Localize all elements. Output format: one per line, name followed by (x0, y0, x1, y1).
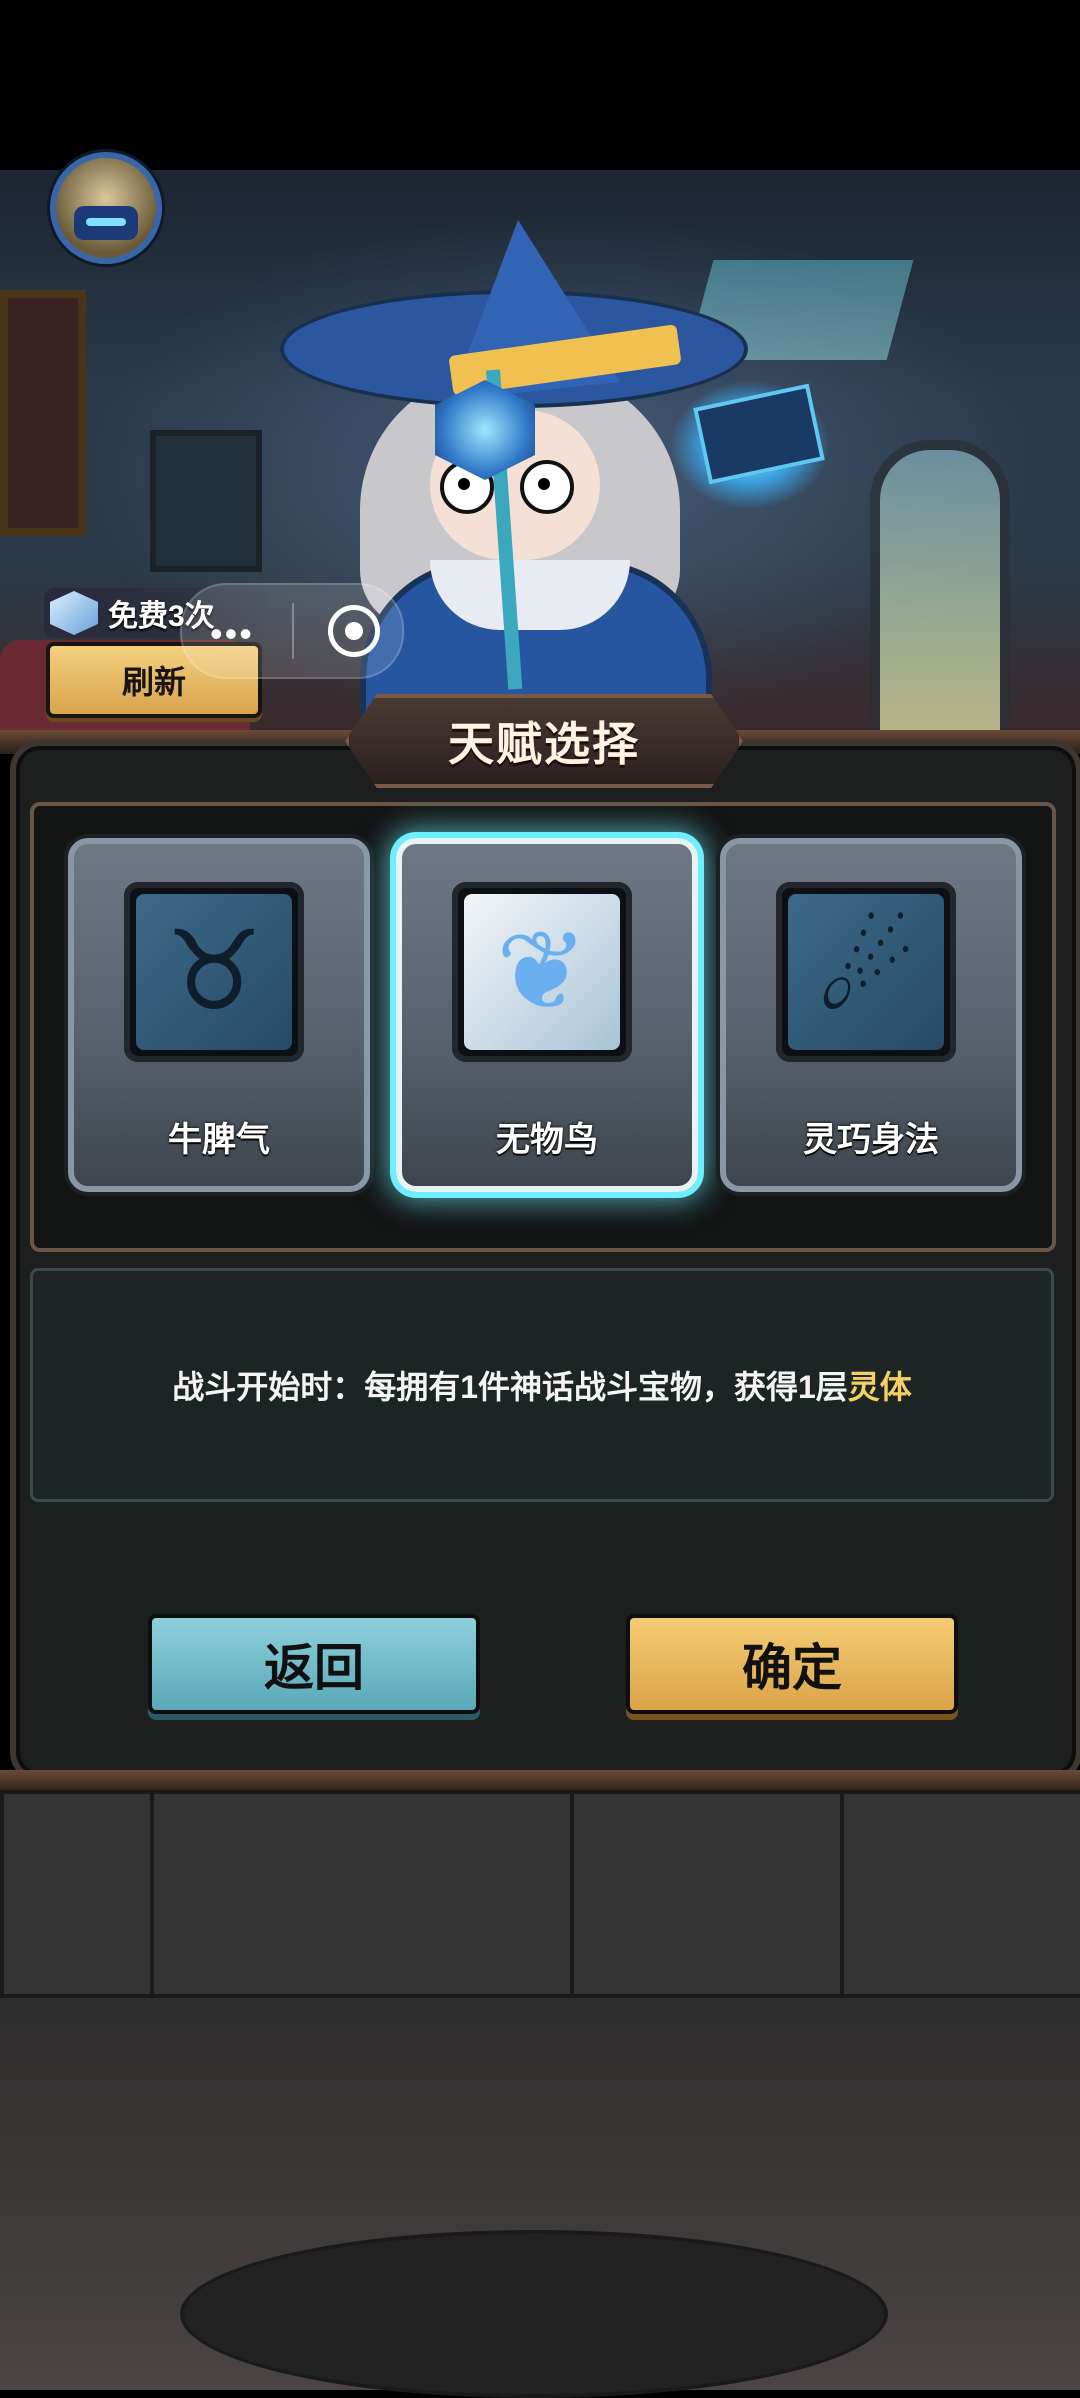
dialog-title: 天赋选择 (448, 718, 640, 770)
stone-block (150, 1790, 578, 1998)
mini-program-capsule: ••• (180, 583, 404, 679)
talent-name: 无物鸟 (496, 1121, 598, 1159)
talent-description-keyword[interactable]: 灵体 (848, 1362, 912, 1408)
stone-block (570, 1790, 848, 1998)
helmet-visor (86, 218, 126, 226)
capsule-divider (292, 603, 294, 659)
talent-card-agility[interactable]: ☄ 灵巧身法 (720, 838, 1022, 1192)
arched-window (870, 440, 1010, 760)
more-options-icon[interactable]: ••• (210, 613, 254, 655)
stone-block (840, 1790, 1080, 1998)
confirm-button[interactable]: 确定 (626, 1614, 958, 1714)
back-button[interactable]: 返回 (148, 1614, 480, 1714)
talent-name: 牛脾气 (168, 1121, 270, 1159)
stone-block (0, 1790, 158, 1998)
leaping-figure-icon: ☄ (788, 894, 944, 1050)
floor-pit (180, 2230, 888, 2398)
record-target-icon[interactable] (328, 605, 380, 657)
talent-card-phoenix-selected[interactable]: ❦ 无物鸟 (396, 838, 698, 1192)
wall-painting-left (0, 290, 86, 536)
talent-card-bull[interactable]: ♉ 牛脾气 (68, 838, 370, 1192)
wizard-eye-right (520, 460, 574, 514)
bull-head-icon: ♉ (136, 894, 292, 1050)
ice-cube-icon (50, 591, 98, 635)
dungeon-floor (0, 1790, 1080, 2398)
phoenix-bird-icon: ❦ (464, 894, 620, 1050)
player-avatar[interactable] (50, 152, 162, 264)
talent-name: 灵巧身法 (803, 1121, 939, 1159)
top-black-band (0, 0, 1080, 190)
talent-description: 战斗开始时：每拥有1件神话战斗宝物，获得1层 (172, 1369, 848, 1405)
dialog-title-plate: 天赋选择 (345, 694, 743, 788)
talent-description-box: 战斗开始时：每拥有1件神话战斗宝物，获得1层 灵体 (30, 1268, 1054, 1502)
